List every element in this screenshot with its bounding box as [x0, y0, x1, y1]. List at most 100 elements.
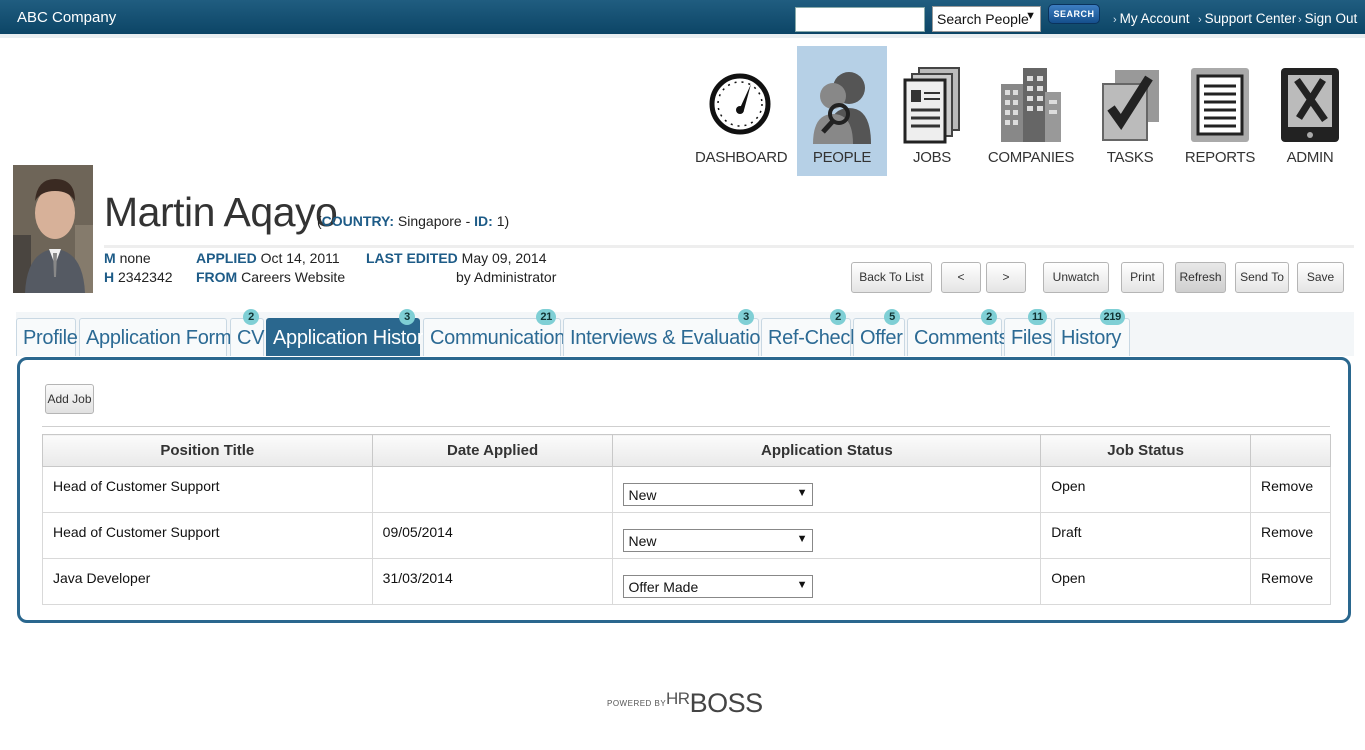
- save-button[interactable]: Save: [1297, 262, 1344, 293]
- column-header-job-status[interactable]: Job Status: [1040, 434, 1251, 467]
- tab-count-badge: 11: [1027, 309, 1047, 325]
- back-to-list-button[interactable]: Back To List: [851, 262, 932, 293]
- from-value: Careers Website: [241, 269, 346, 285]
- position-title: Head of Customer Support: [53, 477, 220, 494]
- column-header-position[interactable]: Position Title: [42, 434, 373, 467]
- tab-label: Application Forms: [86, 327, 241, 349]
- remove-link[interactable]: Remove: [1261, 478, 1320, 494]
- tab-profile[interactable]: Profile: [16, 318, 78, 356]
- table-row: Head of Customer Support 09/05/2014 New ▼…: [42, 512, 1332, 559]
- application-status-select[interactable]: New ▼: [623, 483, 814, 506]
- add-job-button[interactable]: Add Job: [45, 384, 94, 414]
- tab-history[interactable]: History 219: [1054, 309, 1130, 356]
- tab-communication[interactable]: Communication 21: [423, 309, 565, 356]
- tab-comments[interactable]: Comments 2: [907, 309, 1009, 356]
- search-scope-select[interactable]: Search People ▼: [932, 6, 1041, 32]
- column-header-date-applied[interactable]: Date Applied: [371, 434, 614, 467]
- remove-link[interactable]: Remove: [1261, 524, 1320, 540]
- application-history-panel: Add Job Position Title Date Applied Appl…: [17, 357, 1351, 623]
- tab-count-badge: 3: [738, 309, 754, 325]
- job-status-cell: Open: [1040, 466, 1251, 513]
- people-icon: [813, 72, 871, 144]
- next-button[interactable]: >: [986, 262, 1026, 293]
- tab-label: Comments: [914, 327, 1009, 349]
- application-status-value: New: [628, 487, 657, 503]
- nav-admin[interactable]: ADMIN: [1265, 46, 1355, 176]
- search-button[interactable]: SEARCH: [1048, 4, 1100, 24]
- tab-cv[interactable]: CV 2: [230, 309, 264, 356]
- home-value: 2342342: [118, 269, 173, 285]
- table-header-row: Position Title Date Applied Application …: [42, 434, 1332, 467]
- application-status-value: Offer Made: [628, 579, 699, 595]
- sign-out-link[interactable]: › Sign Out: [1298, 11, 1357, 26]
- sign-out-label: Sign Out: [1304, 11, 1358, 26]
- tab-interviews-evaluations[interactable]: Interviews & Evaluations 3: [563, 309, 781, 356]
- mobile-info: M none: [104, 250, 151, 266]
- tab-application-forms[interactable]: Application Forms: [79, 318, 241, 356]
- powered-by-text: POWERED BY: [607, 699, 667, 708]
- last-edited-info: LAST EDITED May 09, 2014: [366, 250, 547, 266]
- refresh-button[interactable]: Refresh: [1175, 262, 1226, 293]
- action-cell: Remove: [1249, 558, 1332, 605]
- edited-by: by Administrator: [456, 269, 557, 285]
- support-center-link[interactable]: › Support Center: [1198, 11, 1296, 26]
- candidate-meta: (COUNTRY: Singapore - ID: 1): [317, 213, 509, 229]
- tab-count-badge: 3: [399, 309, 415, 325]
- application-status-value: New: [628, 533, 657, 549]
- applied-info: APPLIED Oct 14, 2011: [196, 250, 340, 266]
- chevron-right-icon: ›: [1298, 14, 1302, 26]
- nav-jobs[interactable]: JOBS: [887, 46, 977, 176]
- last-edited-value: May 09, 2014: [461, 250, 547, 266]
- column-header-application-status[interactable]: Application Status: [612, 434, 1042, 467]
- panel-divider: [42, 426, 1330, 427]
- application-status-select[interactable]: Offer Made ▼: [623, 575, 814, 598]
- nav-people-label: PEOPLE: [812, 149, 872, 166]
- tasks-icon: [1102, 70, 1159, 141]
- brand-name: BOSS: [689, 688, 764, 718]
- avatar: [13, 165, 93, 293]
- nav-companies[interactable]: COMPANIES: [985, 46, 1077, 176]
- job-status-cell: Open: [1040, 558, 1251, 605]
- search-input[interactable]: [795, 7, 925, 32]
- last-edited-label: LAST EDITED: [366, 250, 458, 266]
- nav-people[interactable]: PEOPLE: [797, 46, 887, 176]
- candidate-name: Martin Aqayo: [104, 189, 338, 235]
- column-header-actions: [1249, 434, 1332, 467]
- tab-application-history[interactable]: Application History 3: [266, 309, 433, 356]
- tab-offer[interactable]: Offer 5: [853, 309, 905, 356]
- dropdown-caret-icon: ▼: [1025, 10, 1036, 22]
- application-status-select[interactable]: New ▼: [623, 529, 814, 552]
- brand-prefix: HR: [666, 689, 690, 708]
- dropdown-caret-icon: ▼: [796, 487, 808, 499]
- companies-icon: [1001, 68, 1061, 142]
- top-bar: ABC Company Search People ▼ SEARCH › My A…: [0, 0, 1365, 38]
- tab-label: Communication: [430, 327, 566, 349]
- nav-reports-label: REPORTS: [1184, 149, 1256, 166]
- source-info: FROM Careers Website: [196, 269, 345, 285]
- status-cell: Offer Made ▼: [612, 558, 1042, 605]
- nav-jobs-label: JOBS: [913, 149, 951, 166]
- tab-label: Files: [1011, 327, 1052, 349]
- tab-files[interactable]: Files 11: [1004, 309, 1052, 356]
- action-cell: Remove: [1249, 512, 1332, 559]
- nav-dashboard[interactable]: DASHBOARD: [695, 46, 788, 176]
- tab-ref-check[interactable]: Ref-Check 2: [761, 309, 860, 356]
- position-cell: Head of Customer Support: [42, 512, 373, 559]
- my-account-link[interactable]: › My Account: [1113, 11, 1189, 26]
- nav-tasks[interactable]: TASKS: [1085, 46, 1175, 176]
- person-photo-icon: [13, 165, 93, 293]
- remove-link[interactable]: Remove: [1261, 570, 1320, 586]
- send-to-button[interactable]: Send To: [1235, 262, 1289, 293]
- date-applied-cell: 09/05/2014: [371, 512, 614, 559]
- nav-reports[interactable]: REPORTS: [1175, 46, 1265, 176]
- dropdown-caret-icon: ▼: [796, 533, 808, 545]
- job-status: Draft: [1051, 523, 1082, 540]
- country-label: COUNTRY:: [321, 213, 394, 229]
- print-button[interactable]: Print: [1121, 262, 1164, 293]
- position-title: Head of Customer Support: [53, 523, 220, 540]
- application-history-table: Position Title Date Applied Application …: [42, 434, 1332, 605]
- tab-label: Interviews & Evaluations: [570, 327, 781, 349]
- unwatch-button[interactable]: Unwatch: [1043, 262, 1109, 293]
- previous-button[interactable]: <: [941, 262, 981, 293]
- chevron-right-icon: ›: [1198, 14, 1202, 26]
